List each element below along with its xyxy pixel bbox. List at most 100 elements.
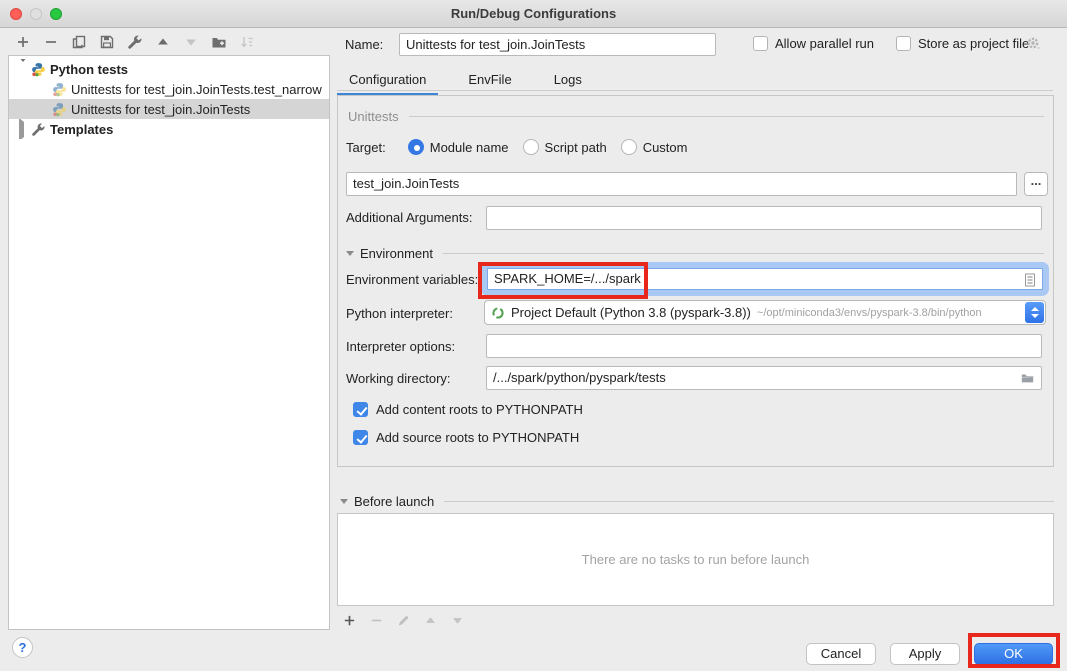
radio-selected-icon[interactable] <box>408 139 424 155</box>
checkbox-icon[interactable] <box>896 36 911 51</box>
target-row: Target: Module name Script path Custom <box>346 139 701 155</box>
store-options-button[interactable] <box>1026 36 1042 52</box>
zoom-window-button[interactable] <box>50 8 62 20</box>
python-interpreter-select[interactable]: Project Default (Python 3.8 (pyspark-3.8… <box>484 300 1046 325</box>
checkbox-icon[interactable] <box>753 36 768 51</box>
chevron-down-icon[interactable] <box>346 251 354 256</box>
python-interpreter-value: Project Default (Python 3.8 (pyspark-3.8… <box>511 305 751 320</box>
minus-icon <box>369 613 384 628</box>
templates-wrench-icon <box>31 122 46 137</box>
store-as-project-file-checkbox[interactable]: Store as project file <box>896 36 1029 51</box>
tree-item-label: Unittests for test_join.JoinTests.test_n… <box>71 82 322 97</box>
chevron-down-icon[interactable] <box>19 59 27 77</box>
add-task-button[interactable] <box>340 611 358 629</box>
target-label: Target: <box>346 140 386 155</box>
before-launch-panel: There are no tasks to run before launch <box>337 513 1054 606</box>
working-directory-value: /.../spark/python/pyspark/tests <box>493 370 666 385</box>
close-window-button[interactable] <box>10 8 22 20</box>
target-input[interactable]: test_join.JoinTests <box>346 172 1017 196</box>
checkbox-checked-icon[interactable] <box>353 402 368 417</box>
target-script-path-radio[interactable]: Script path <box>523 139 607 155</box>
folder-add-icon <box>211 34 227 50</box>
add-source-roots-label: Add source roots to PYTHONPATH <box>376 430 579 445</box>
tab-configuration[interactable]: Configuration <box>337 68 438 96</box>
checkbox-checked-icon[interactable] <box>353 430 368 445</box>
tree-item-python-tests[interactable]: Python tests <box>9 59 329 79</box>
new-folder-button[interactable] <box>210 33 228 51</box>
interpreter-options-input[interactable] <box>486 334 1042 358</box>
python-interpreter-path: ~/opt/miniconda3/envs/pyspark-3.8/bin/py… <box>757 307 982 319</box>
target-module-name-label: Module name <box>430 140 509 155</box>
interpreter-options-label: Interpreter options: <box>346 339 455 354</box>
edit-variables-button[interactable] <box>1023 272 1037 288</box>
sort-configurations-button <box>238 33 256 51</box>
move-task-down-button <box>448 611 466 629</box>
configuration-panel: Unittests Target: Module name Script pat… <box>337 95 1054 467</box>
browse-directory-button[interactable] <box>1020 371 1035 385</box>
allow-parallel-run-checkbox[interactable]: Allow parallel run <box>753 36 874 51</box>
title-bar: Run/Debug Configurations <box>0 0 1067 28</box>
tree-item-label: Python tests <box>50 62 128 77</box>
chevron-right-icon[interactable] <box>19 119 24 139</box>
list-icon <box>1023 272 1037 288</box>
add-source-roots-checkbox[interactable]: Add source roots to PYTHONPATH <box>353 430 579 445</box>
cancel-button[interactable]: Cancel <box>806 643 876 665</box>
save-configuration-button[interactable] <box>98 33 116 51</box>
name-input[interactable]: Unittests for test_join.JoinTests <box>399 33 716 56</box>
browse-target-button[interactable]: ... <box>1024 172 1048 196</box>
python-config-icon <box>52 102 67 117</box>
tree-item-unittests-test-narrow[interactable]: Unittests for test_join.JoinTests.test_n… <box>9 79 329 99</box>
folder-icon <box>1020 371 1035 385</box>
tree-item-templates[interactable]: Templates <box>9 119 329 139</box>
configurations-tree: Python tests Unittests for test_join.Joi… <box>8 55 330 630</box>
target-custom-label: Custom <box>643 140 688 155</box>
unittests-group-separator: Unittests <box>348 109 1044 124</box>
plus-icon <box>342 613 357 628</box>
allow-parallel-run-label: Allow parallel run <box>775 36 874 51</box>
before-launch-header[interactable]: Before launch <box>340 494 1054 509</box>
chevron-down-icon[interactable] <box>340 499 348 504</box>
python-tests-icon <box>31 62 46 77</box>
down-arrow-icon <box>450 613 465 628</box>
move-up-button[interactable] <box>154 33 172 51</box>
target-custom-radio[interactable]: Custom <box>621 139 688 155</box>
radio-icon[interactable] <box>523 139 539 155</box>
tab-logs[interactable]: Logs <box>542 68 594 96</box>
environment-variables-field-focusring: SPARK_HOME=/.../spark <box>484 265 1046 293</box>
remove-configuration-button[interactable] <box>42 33 60 51</box>
pencil-icon <box>396 613 411 628</box>
before-launch-toolbar <box>340 611 466 629</box>
environment-variables-input[interactable]: SPARK_HOME=/.../spark <box>487 268 1043 290</box>
environment-variables-label: Environment variables: <box>346 272 478 287</box>
minus-icon <box>43 34 59 50</box>
minimize-window-button <box>30 8 42 20</box>
working-directory-label: Working directory: <box>346 371 451 386</box>
chevron-up-icon <box>1031 307 1039 311</box>
name-label: Name: <box>345 37 383 52</box>
add-configuration-button[interactable] <box>14 33 32 51</box>
add-content-roots-checkbox[interactable]: Add content roots to PYTHONPATH <box>353 402 583 417</box>
environment-section-header[interactable]: Environment <box>346 246 1044 261</box>
target-module-name-radio[interactable]: Module name <box>408 139 509 155</box>
additional-arguments-input[interactable] <box>486 206 1042 230</box>
apply-button[interactable]: Apply <box>890 643 960 665</box>
tree-item-label: Templates <box>50 122 113 137</box>
window-title: Run/Debug Configurations <box>451 6 616 21</box>
environment-variables-value: SPARK_HOME=/.../spark <box>494 271 641 286</box>
sort-az-icon <box>239 34 255 50</box>
tab-bar: Configuration EnvFile Logs <box>337 68 594 96</box>
copy-configuration-button[interactable] <box>70 33 88 51</box>
combo-stepper-button[interactable] <box>1025 302 1044 323</box>
working-directory-input[interactable]: /.../spark/python/pyspark/tests <box>486 366 1042 390</box>
ok-button[interactable]: OK <box>974 643 1053 665</box>
help-button[interactable]: ? <box>12 637 33 658</box>
tab-envfile[interactable]: EnvFile <box>456 68 523 96</box>
edit-templates-button[interactable] <box>126 33 144 51</box>
python-config-icon <box>52 82 67 97</box>
unittests-group-label: Unittests <box>348 109 399 124</box>
down-arrow-icon <box>183 34 199 50</box>
environment-section-label: Environment <box>360 246 433 261</box>
before-launch-label: Before launch <box>354 494 434 509</box>
radio-icon[interactable] <box>621 139 637 155</box>
tree-item-unittests-jointests[interactable]: Unittests for test_join.JoinTests <box>9 99 329 119</box>
